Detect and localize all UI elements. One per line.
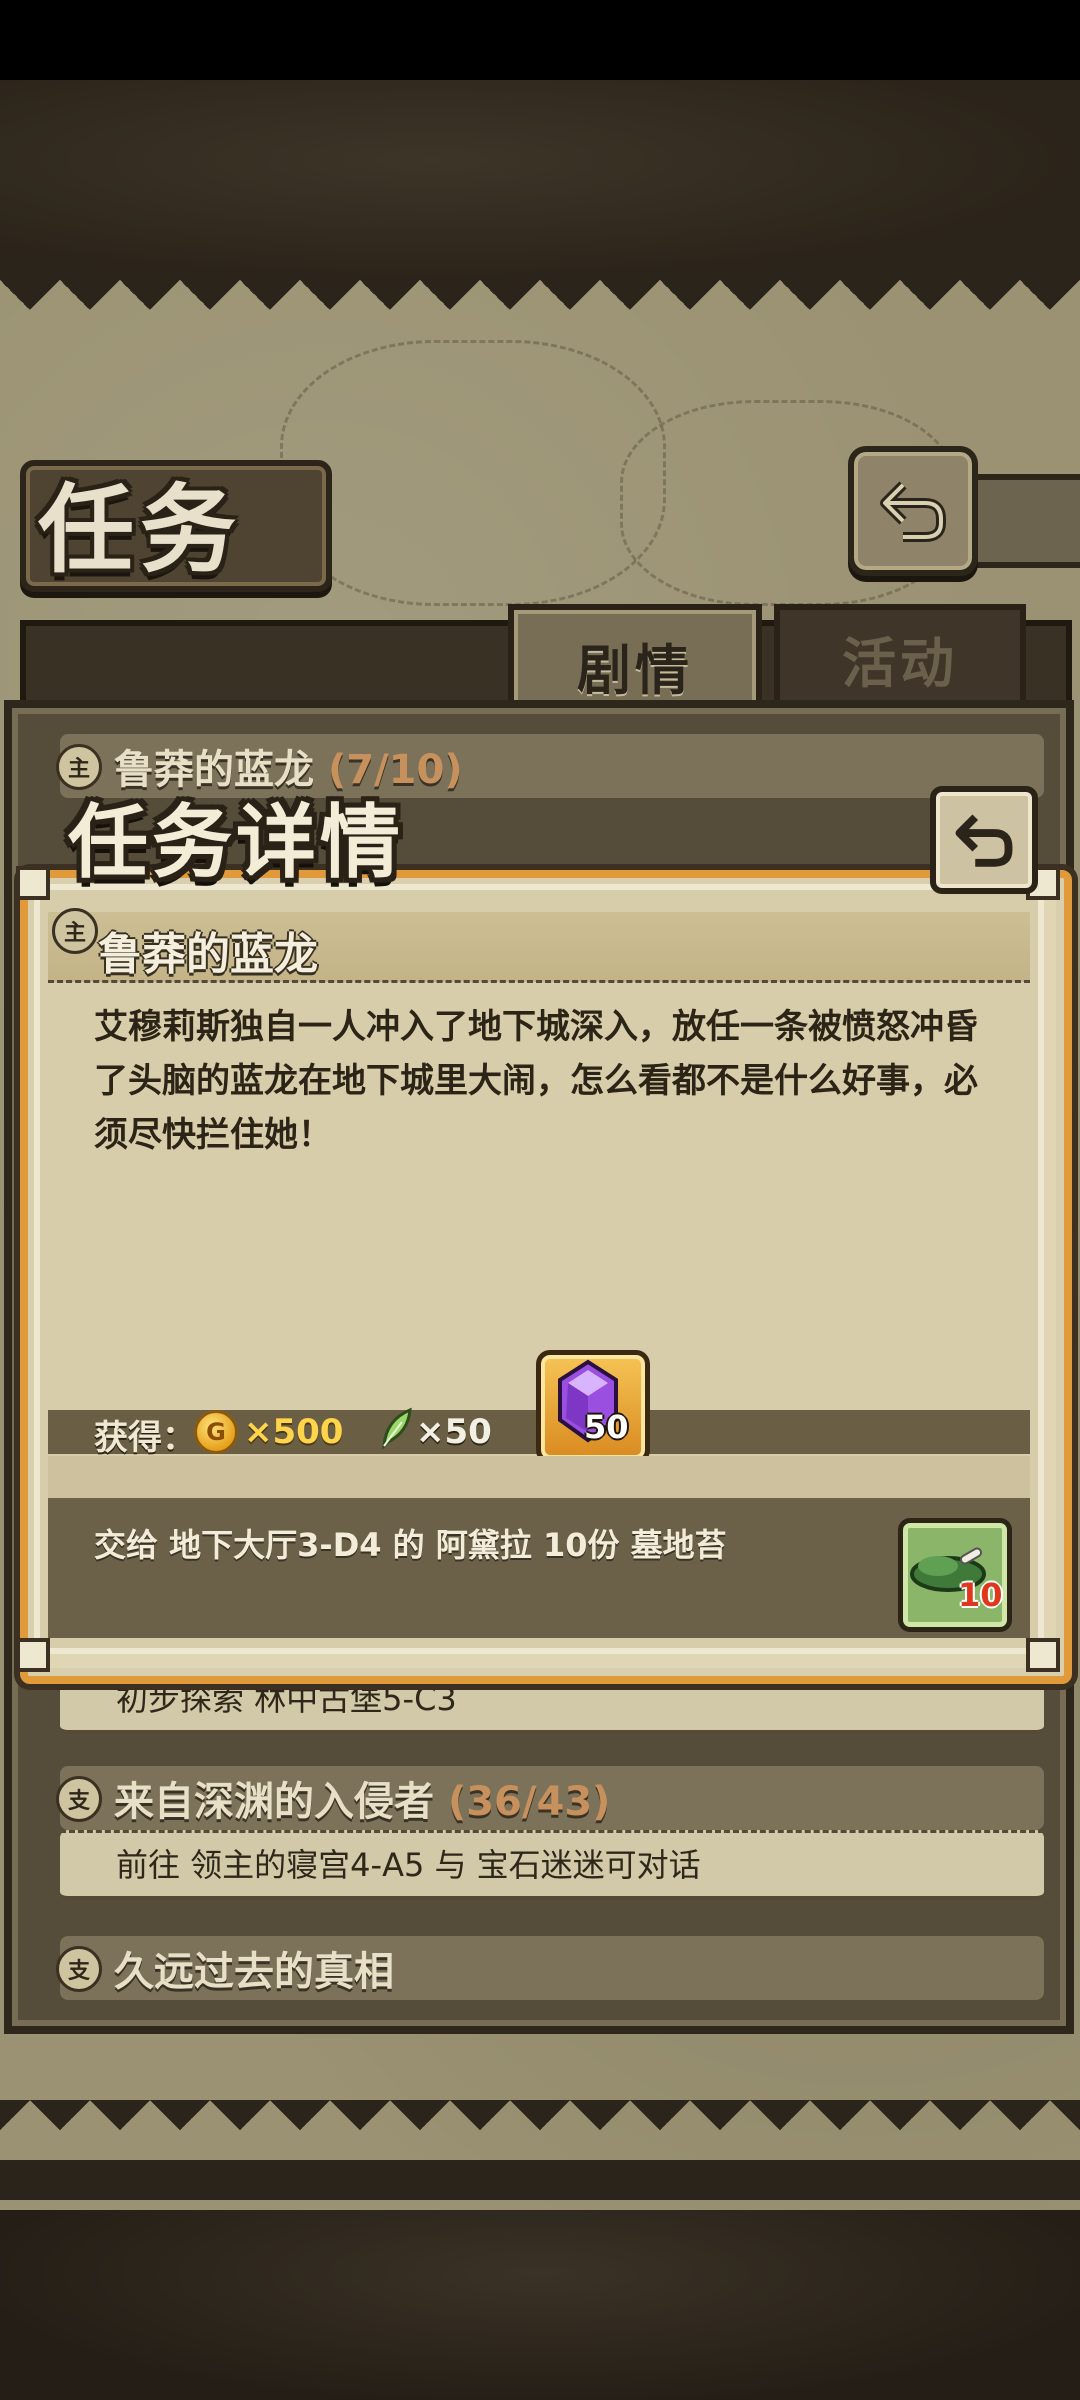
tab-event-label: 活动 [842,631,958,695]
side-quest-badge: 支 [56,1946,102,1992]
page-title: 任务 [38,474,242,586]
return-arrow-icon [955,814,1013,867]
quest-objective: 交给 地下大厅3-D4 的 阿黛拉 10份 墓地苔 [94,1526,727,1564]
objective-area [48,1498,1030,1638]
list-item-detail[interactable]: 前往 领主的寝宫4-A5 与 宝石迷迷可对话 [60,1830,1044,1900]
quest-title: 久远过去的真相 [114,1949,394,1995]
torn-edge-fill [0,2160,1080,2200]
back-button[interactable] [848,446,978,576]
list-item[interactable]: 支 久远过去的真相 [56,1936,1044,2000]
quest-name: 鲁莽的蓝龙 [98,929,318,980]
quest-description: 艾穆莉斯独自一人冲入了地下城深入，放任一条被愤怒冲昏了头脑的蓝龙在地下城里大闹，… [94,1007,978,1155]
tab-story-label: 剧情 [577,638,693,702]
background-map-bottom [0,2190,1080,2400]
objective-divider [48,1456,1030,1502]
leaf-icon [382,1407,412,1450]
quest-detail: 前往 领主的寝宫4-A5 与 宝石迷迷可对话 [116,1846,701,1884]
side-quest-badge: 支 [56,1776,102,1822]
torn-edge-top [0,280,1080,340]
main-quest-badge: 主 [52,908,98,954]
leaf-amount: ×50 [416,1412,492,1452]
gem-count: 50 [584,1408,629,1446]
background-map [0,80,1080,280]
dashed-divider [60,1830,1044,1833]
back-button-rail [966,474,1080,568]
list-item[interactable]: 支 来自深渊的入侵者 (36/43) [56,1766,1044,1830]
status-bar [0,0,1080,80]
frame-corner [1026,1638,1060,1672]
modal-close-button[interactable] [930,786,1038,894]
frame-corner [16,866,50,900]
modal-title: 任务详情 [68,796,404,889]
coin-amount: ×500 [244,1412,344,1452]
rewards-label: 获得： [94,1418,196,1458]
objective-item-count: 10 [958,1576,1003,1614]
gem-reward-slot[interactable] [536,1350,650,1464]
gold-coin-icon: G [194,1410,238,1454]
quest-title: 来自深渊的入侵者 (36/43) [114,1779,611,1825]
torn-edge-bottom [0,2100,1080,2160]
objective-item-slot[interactable] [898,1518,1012,1632]
frame-corner [16,1638,50,1672]
return-arrow-icon [880,481,946,542]
tab-event[interactable]: 活动 [774,604,1026,706]
